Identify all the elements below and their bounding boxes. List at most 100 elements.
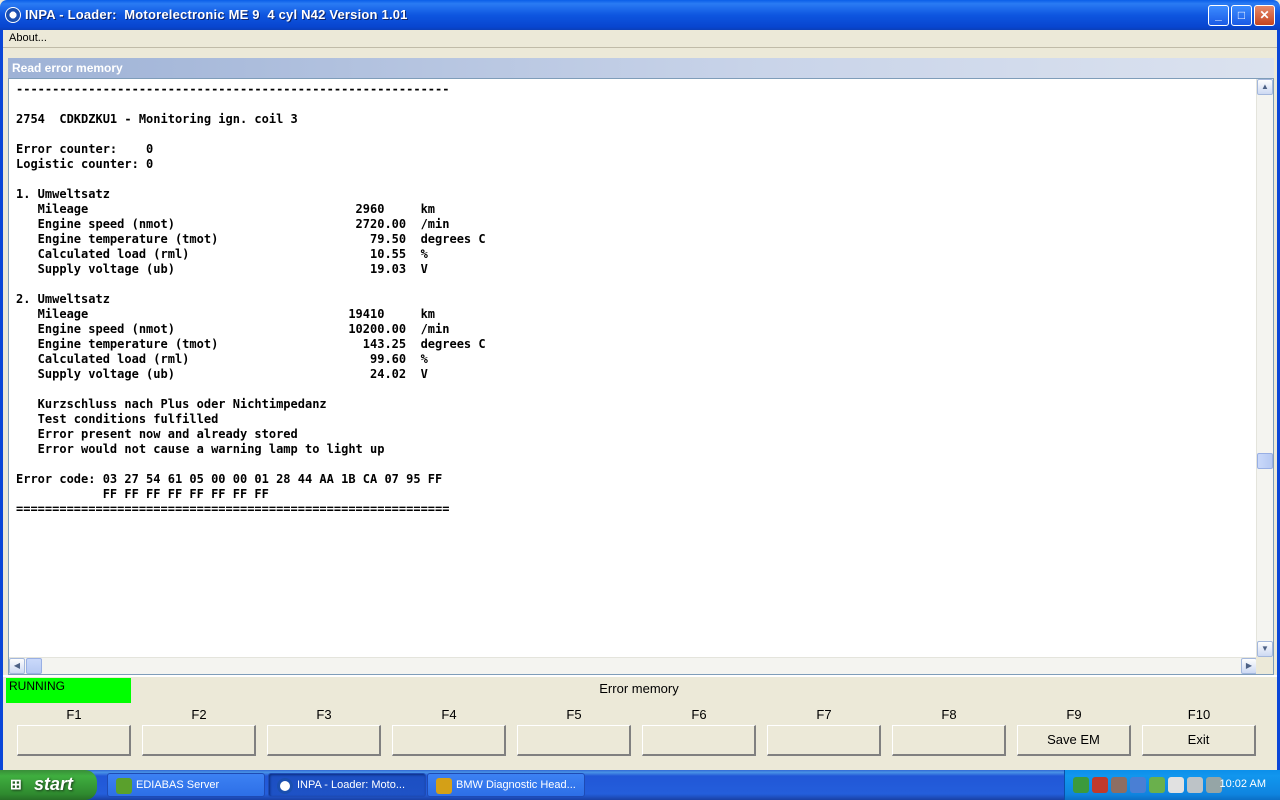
fkey-label: F4 xyxy=(441,707,457,722)
task-ediabas-server[interactable]: EDIABAS Server xyxy=(107,773,265,797)
bmw-logo-icon[interactable] xyxy=(5,7,21,23)
fkey-label: F9 xyxy=(1066,707,1082,722)
output-line: Mileage 19410 km xyxy=(16,307,436,321)
connection-icon[interactable] xyxy=(1149,777,1165,793)
scrollbar-corner xyxy=(1256,657,1273,674)
exit-button[interactable]: Exit xyxy=(1142,725,1256,756)
output-line: Error counter: 0 xyxy=(16,142,154,156)
task-label: EDIABAS Server xyxy=(136,779,220,791)
start-label: start xyxy=(34,774,74,794)
f6-button[interactable] xyxy=(642,725,756,756)
fkey-group-f5: F5 xyxy=(517,707,631,756)
f1-button[interactable] xyxy=(17,725,131,756)
main-window: About... Read error memory -------------… xyxy=(0,30,1280,770)
output-line: Error would not cause a warning lamp to … xyxy=(16,442,385,456)
output-line: Logistic counter: 0 xyxy=(16,157,154,171)
output-line: Supply voltage (ub) 24.02 V xyxy=(16,367,428,381)
fkey-label: F2 xyxy=(191,707,207,722)
printer-icon[interactable] xyxy=(1187,777,1203,793)
clock[interactable]: 10:02 AM xyxy=(1220,778,1266,790)
panel-caption: Read error memory xyxy=(8,58,1274,78)
fkey-group-f2: F2 xyxy=(142,707,256,756)
output-line: Supply voltage (ub) 19.03 V xyxy=(16,262,428,276)
output-line: Test conditions fulfilled xyxy=(16,412,219,426)
fkey-group-f1: F1 xyxy=(17,707,131,756)
task-label: INPA - Loader: Moto... xyxy=(297,779,406,791)
output-line: ----------------------------------------… xyxy=(16,82,450,96)
scroll-left-icon[interactable]: ◀ xyxy=(9,658,25,674)
output-line: 1. Umweltsatz xyxy=(16,187,110,201)
fkey-group-f8: F8 xyxy=(892,707,1006,756)
f5-button[interactable] xyxy=(517,725,631,756)
vertical-scroll-thumb[interactable] xyxy=(1257,453,1273,469)
security-center-icon[interactable] xyxy=(1111,777,1127,793)
scroll-right-icon[interactable]: ▶ xyxy=(1241,658,1257,674)
inpa-icon xyxy=(277,778,293,794)
menu-about[interactable]: About... xyxy=(9,32,47,44)
usb-device-icon[interactable] xyxy=(1168,777,1184,793)
save-em-button[interactable]: Save EM xyxy=(1017,725,1131,756)
vertical-scrollbar[interactable]: ▲ ▼ xyxy=(1256,79,1273,657)
fkey-group-f3: F3 xyxy=(267,707,381,756)
fkey-group-f10: F10 Exit xyxy=(1142,707,1256,756)
scroll-down-icon[interactable]: ▼ xyxy=(1257,641,1273,657)
output-line: Error present now and already stored xyxy=(16,427,298,441)
output-line: Calculated load (rml) 99.60 % xyxy=(16,352,428,366)
fkey-group-f7: F7 xyxy=(767,707,881,756)
fkey-label: F1 xyxy=(66,707,82,722)
window-client-area: Read error memory ----------------------… xyxy=(3,48,1277,770)
bmw-head-icon xyxy=(436,778,452,794)
output-line: Error code: 03 27 54 61 05 00 00 01 28 4… xyxy=(16,472,443,486)
output-line: FF FF FF FF FF FF FF FF xyxy=(16,487,269,501)
fkey-label: F10 xyxy=(1187,707,1211,722)
f8-button[interactable] xyxy=(892,725,1006,756)
fkey-label: F3 xyxy=(316,707,332,722)
fkey-label: F6 xyxy=(691,707,707,722)
maximize-button[interactable]: □ xyxy=(1231,5,1252,26)
output-line: 2. Umweltsatz xyxy=(16,292,110,306)
task-label: BMW Diagnostic Head... xyxy=(456,779,576,791)
status-panel: RUNNING Error memory F1 F2 F3 F4 F5 F6 F… xyxy=(3,675,1277,770)
output-line: 2754 CDKDZKU1 - Monitoring ign. coil 3 xyxy=(16,112,298,126)
window-titlebar[interactable]: INPA - Loader: Motorelectronic ME 9 4 cy… xyxy=(0,0,1280,30)
f4-button[interactable] xyxy=(392,725,506,756)
output-line: ========================================… xyxy=(16,502,450,516)
speaker-icon[interactable] xyxy=(1130,777,1146,793)
window-title: INPA - Loader: Motorelectronic ME 9 4 cy… xyxy=(25,7,408,22)
windows-logo-icon: ⊞ xyxy=(10,776,22,792)
output-text: ----------------------------------------… xyxy=(16,82,486,517)
output-line: Calculated load (rml) 10.55 % xyxy=(16,247,428,261)
horizontal-scroll-thumb[interactable] xyxy=(26,658,42,674)
close-button[interactable]: ✕ xyxy=(1254,5,1275,26)
start-button[interactable]: ⊞ start xyxy=(0,770,97,800)
minimize-button[interactable]: _ xyxy=(1208,5,1229,26)
fkey-label: F5 xyxy=(566,707,582,722)
fkey-group-f9: F9 Save EM xyxy=(1017,707,1131,756)
fkey-label: F8 xyxy=(941,707,957,722)
horizontal-scrollbar[interactable]: ◀ ▶ xyxy=(9,657,1257,674)
output-line: Engine temperature (tmot) 79.50 degrees … xyxy=(16,232,486,246)
fkey-group-f6: F6 xyxy=(642,707,756,756)
error-memory-output[interactable]: ----------------------------------------… xyxy=(8,78,1274,675)
task-inpa-loader[interactable]: INPA - Loader: Moto... xyxy=(268,773,426,797)
antivirus-shield-icon[interactable] xyxy=(1092,777,1108,793)
task-bmw-diagnostic-head[interactable]: BMW Diagnostic Head... xyxy=(427,773,585,797)
network-icon[interactable] xyxy=(1073,777,1089,793)
f7-button[interactable] xyxy=(767,725,881,756)
output-line: Engine temperature (tmot) 143.25 degrees… xyxy=(16,337,486,351)
output-line: Mileage 2960 km xyxy=(16,202,436,216)
system-tray: 10:02 AM xyxy=(1064,770,1280,800)
output-line: Engine speed (nmot) 2720.00 /min xyxy=(16,217,450,231)
scroll-up-icon[interactable]: ▲ xyxy=(1257,79,1273,95)
f3-button[interactable] xyxy=(267,725,381,756)
fkey-group-f4: F4 xyxy=(392,707,506,756)
output-line: Kurzschluss nach Plus oder Nichtimpedanz xyxy=(16,397,327,411)
taskbar: ⊞ start EDIABAS Server INPA - Loader: Mo… xyxy=(0,770,1280,800)
output-line: Engine speed (nmot) 10200.00 /min xyxy=(16,322,450,336)
f2-button[interactable] xyxy=(142,725,256,756)
